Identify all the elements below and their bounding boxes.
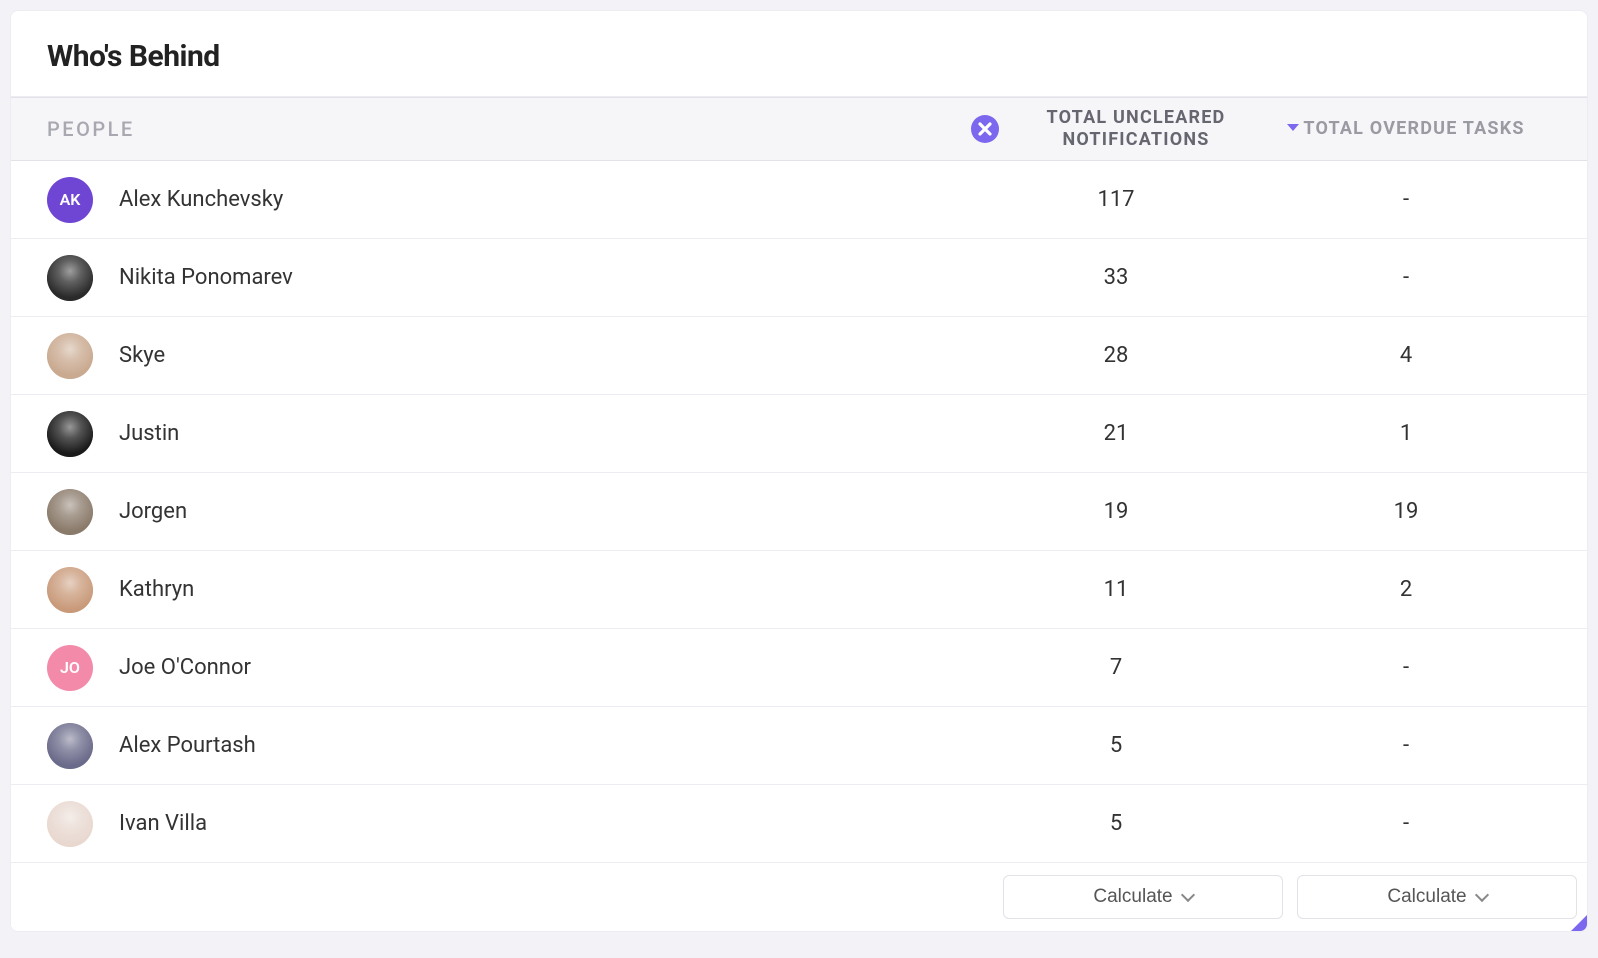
- table-header-row: PEOPLE TOTAL UNCLEARED NOTIFICATIONS TOT…: [11, 97, 1587, 161]
- cell-tasks: 1: [1261, 421, 1551, 446]
- table-row[interactable]: Skye 284: [11, 317, 1587, 395]
- cell-people: Skye: [47, 333, 971, 379]
- cell-notifications: 28: [971, 343, 1261, 368]
- table-row[interactable]: Alex Pourtash 5-: [11, 707, 1587, 785]
- table-row[interactable]: Nikita Ponomarev 33-: [11, 239, 1587, 317]
- person-name: Joe O'Connor: [119, 655, 251, 680]
- column-header-tasks[interactable]: TOTAL OVERDUE TASKS: [1261, 118, 1551, 140]
- table-row[interactable]: Kathryn 112: [11, 551, 1587, 629]
- cell-people: Justin: [47, 411, 971, 457]
- calculate-notifications-button[interactable]: Calculate: [1003, 875, 1283, 919]
- cell-people: Nikita Ponomarev: [47, 255, 971, 301]
- person-name: Justin: [119, 421, 179, 446]
- column-header-notifications-label: TOTAL UNCLEARED NOTIFICATIONS: [1011, 107, 1261, 150]
- cell-people: Kathryn: [47, 567, 971, 613]
- cell-notifications: 21: [971, 421, 1261, 446]
- avatar[interactable]: [47, 567, 93, 613]
- table-body: AKAlex Kunchevsky117-Nikita Ponomarev33-…: [11, 161, 1587, 863]
- avatar[interactable]: [47, 333, 93, 379]
- cell-tasks: -: [1261, 187, 1551, 212]
- avatar[interactable]: [47, 411, 93, 457]
- column-header-people[interactable]: PEOPLE: [47, 117, 971, 141]
- cell-people: Alex Pourtash: [47, 723, 971, 769]
- table-footer: Calculate Calculate: [11, 863, 1587, 931]
- sort-descending-icon: [1287, 124, 1299, 131]
- calculate-button-label: Calculate: [1387, 886, 1466, 908]
- cell-notifications: 11: [971, 577, 1261, 602]
- cell-tasks: -: [1261, 811, 1551, 836]
- person-name: Skye: [119, 343, 165, 368]
- calculate-tasks-button[interactable]: Calculate: [1297, 875, 1577, 919]
- table-row[interactable]: Ivan Villa 5-: [11, 785, 1587, 863]
- person-name: Jorgen: [119, 499, 187, 524]
- card-title: Who's Behind: [47, 39, 1551, 74]
- person-name: Kathryn: [119, 577, 194, 602]
- cell-tasks: -: [1261, 733, 1551, 758]
- person-name: Ivan Villa: [119, 811, 207, 836]
- cell-tasks: -: [1261, 265, 1551, 290]
- table-row[interactable]: JO Joe O'Connor 7-: [11, 629, 1587, 707]
- card-header: Who's Behind: [11, 11, 1587, 97]
- resize-handle[interactable]: [1571, 915, 1587, 931]
- cell-tasks: 4: [1261, 343, 1551, 368]
- whos-behind-card: Who's Behind PEOPLE TOTAL UNCLEARED NOTI…: [10, 10, 1588, 932]
- person-name: Alex Kunchevsky: [119, 187, 283, 212]
- avatar[interactable]: JO: [47, 645, 93, 691]
- cell-notifications: 117: [971, 187, 1261, 212]
- cell-people: Ivan Villa: [47, 801, 971, 847]
- cell-notifications: 5: [971, 811, 1261, 836]
- cell-people: JO Joe O'Connor: [47, 645, 971, 691]
- cell-notifications: 7: [971, 655, 1261, 680]
- cell-notifications: 19: [971, 499, 1261, 524]
- cell-notifications: 5: [971, 733, 1261, 758]
- avatar[interactable]: [47, 489, 93, 535]
- cell-people: AK Alex Kunchevsky: [47, 177, 971, 223]
- cell-people: Jorgen: [47, 489, 971, 535]
- table-row[interactable]: AK Alex Kunchevsky 117-: [11, 161, 1587, 239]
- avatar[interactable]: AK: [47, 177, 93, 223]
- person-name: Nikita Ponomarev: [119, 265, 293, 290]
- table-row[interactable]: Justin 211: [11, 395, 1587, 473]
- cell-tasks: 2: [1261, 577, 1551, 602]
- table-row[interactable]: Jorgen 1919: [11, 473, 1587, 551]
- chevron-down-icon: [1475, 888, 1489, 902]
- column-header-tasks-label: TOTAL OVERDUE TASKS: [1303, 118, 1524, 140]
- avatar[interactable]: [47, 801, 93, 847]
- person-name: Alex Pourtash: [119, 733, 256, 758]
- cell-tasks: -: [1261, 655, 1551, 680]
- clear-column-icon[interactable]: [971, 115, 999, 143]
- avatar[interactable]: [47, 255, 93, 301]
- cell-notifications: 33: [971, 265, 1261, 290]
- chevron-down-icon: [1181, 888, 1195, 902]
- avatar[interactable]: [47, 723, 93, 769]
- calculate-button-label: Calculate: [1093, 886, 1172, 908]
- column-header-notifications[interactable]: TOTAL UNCLEARED NOTIFICATIONS: [971, 107, 1261, 150]
- cell-tasks: 19: [1261, 499, 1551, 524]
